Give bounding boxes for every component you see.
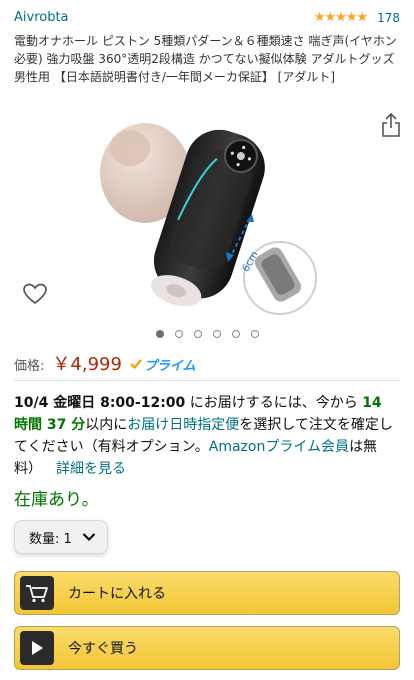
delivery-date: 10/4 金曜日 8:00-12:00 — [14, 395, 186, 411]
play-icon-box — [20, 631, 54, 665]
rating[interactable]: ★★★★★ 178 — [314, 10, 400, 25]
carousel-dot[interactable] — [250, 330, 259, 338]
carousel-dot[interactable] — [155, 330, 164, 338]
heart-icon[interactable] — [22, 282, 48, 306]
product-image[interactable]: 6cm — [100, 118, 330, 323]
carousel-dot[interactable] — [193, 330, 202, 338]
add-to-cart-button[interactable]: カートに入れる — [14, 571, 400, 615]
image-carousel-indicator — [0, 330, 414, 338]
divider — [14, 380, 400, 381]
carousel-dot[interactable] — [212, 330, 221, 338]
quantity-label: 数量: 1 — [29, 531, 72, 547]
prime-member-link[interactable]: Amazonプライム会員 — [209, 439, 349, 455]
buy-now-label: 今すぐ買う — [68, 641, 138, 657]
share-icon[interactable] — [380, 112, 402, 138]
rating-stars: ★★★★★ — [313, 10, 368, 25]
product-title: 電動オナホール ピストン 5種類パダーン＆６種類速さ 喘ぎ声(イヤホン必要) 強… — [14, 34, 397, 84]
prime-badge: プライム — [130, 355, 196, 374]
delivery-message: 10/4 金曜日 8:00-12:00 にお届けするには、今から 14 時間 3… — [14, 392, 400, 480]
delivery-text: にお届けするには、今から — [185, 395, 363, 411]
cart-icon-box — [20, 576, 54, 610]
review-count[interactable]: 178 — [377, 11, 400, 25]
prime-label: プライム — [143, 358, 196, 374]
carousel-dot[interactable] — [231, 330, 240, 338]
price-value: ￥4,999 — [52, 354, 122, 375]
scheduled-delivery-link[interactable]: お届け日時指定便 — [127, 417, 239, 433]
quantity-select[interactable]: 数量: 1 — [14, 520, 108, 554]
brand-link[interactable]: Aivrobta — [14, 10, 69, 25]
chevron-down-icon — [82, 533, 96, 542]
buy-now-button[interactable]: 今すぐ買う — [14, 626, 400, 670]
check-icon — [130, 359, 142, 370]
cart-icon — [26, 585, 48, 603]
add-to-cart-label: カートに入れる — [68, 586, 166, 602]
play-icon — [32, 641, 43, 655]
availability-status: 在庫あり。 — [14, 490, 99, 510]
details-link[interactable]: 詳細を見る — [56, 461, 126, 477]
price-label: 価格: — [14, 359, 45, 374]
delivery-text: 以内に — [85, 417, 128, 433]
carousel-dot[interactable] — [174, 330, 183, 338]
price-row: 価格: ￥4,999 プライム — [14, 350, 196, 376]
